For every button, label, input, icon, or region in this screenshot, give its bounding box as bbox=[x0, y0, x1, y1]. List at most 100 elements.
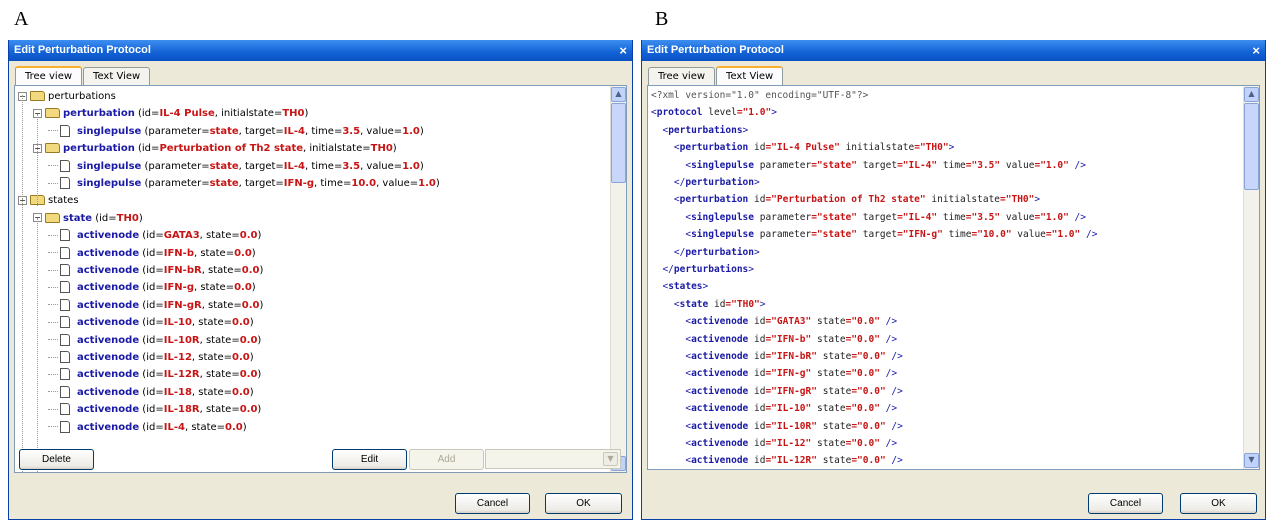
attr-name: id bbox=[146, 334, 156, 346]
close-icon[interactable]: × bbox=[1252, 40, 1260, 61]
tree-folder-node[interactable]: − perturbations bbox=[18, 88, 116, 105]
xml-tag-name: activenode bbox=[691, 438, 749, 449]
ok-button[interactable]: OK bbox=[1180, 493, 1257, 514]
xml-attr-value: 0.0 bbox=[862, 385, 880, 397]
xml-attr-value: 1.0 bbox=[1057, 229, 1075, 241]
xml-tag-close: /> bbox=[879, 368, 898, 380]
ok-button[interactable]: OK bbox=[545, 493, 622, 514]
edit-button[interactable]: Edit bbox=[332, 449, 407, 470]
xml-attr-value: state bbox=[822, 211, 852, 223]
tree-leaf-node[interactable]: activenode (id=IL-18, state=0.0) bbox=[48, 384, 254, 401]
attr-name: state bbox=[200, 247, 226, 259]
dialog-text-view: Edit Perturbation Protocol × Tree view T… bbox=[641, 40, 1266, 520]
vertical-scrollbar[interactable]: ▲ ▼ bbox=[610, 86, 626, 472]
attr-name: id bbox=[146, 230, 156, 242]
delete-button[interactable]: Delete bbox=[19, 449, 94, 470]
tree-leaf-node[interactable]: singlepulse (parameter=state, target=IL-… bbox=[48, 158, 424, 175]
xml-line: <singlepulse parameter="state" target="I… bbox=[685, 159, 1086, 171]
xml-tag-name: activenode bbox=[691, 455, 749, 467]
type-select[interactable]: ▼ bbox=[485, 449, 621, 469]
folder-icon bbox=[45, 212, 60, 223]
xml-attr-name: target bbox=[862, 229, 898, 241]
xml-attr-name: time bbox=[942, 211, 966, 223]
node-type: activenode bbox=[77, 230, 140, 242]
tab-tree-view[interactable]: Tree view bbox=[648, 67, 716, 85]
node-type: perturbation bbox=[63, 143, 135, 155]
tree-leaf-node[interactable]: activenode (id=IFN-bR, state=0.0) bbox=[48, 262, 263, 279]
tab-strip: Tree view Text View bbox=[15, 65, 151, 86]
xml-tag-name: state bbox=[679, 298, 709, 310]
document-icon bbox=[60, 420, 70, 433]
document-icon bbox=[60, 385, 70, 398]
tree-leaf-node[interactable]: activenode (id=IFN-gR, state=0.0) bbox=[48, 297, 263, 314]
title-bar: Edit Perturbation Protocol × bbox=[9, 40, 632, 61]
xml-line: <perturbations> bbox=[662, 124, 749, 136]
xml-tag-name: activenode bbox=[691, 316, 749, 328]
tree-leaf-node[interactable]: activenode (id=IL-10, state=0.0) bbox=[48, 314, 254, 331]
document-icon bbox=[60, 159, 70, 172]
attr-name: parameter bbox=[148, 125, 202, 137]
node-type: singlepulse bbox=[77, 178, 142, 189]
tree-leaf-node[interactable]: activenode (id=IL-12R, state=0.0) bbox=[48, 366, 261, 383]
scroll-thumb[interactable] bbox=[611, 103, 626, 183]
attr-name: id bbox=[146, 404, 156, 416]
attr-value: IL-4 bbox=[283, 125, 305, 137]
xml-tag-close: /> bbox=[1080, 229, 1098, 241]
xml-tag-close: /> bbox=[879, 333, 898, 345]
xml-attr-value: Perturbation of Th2 state bbox=[776, 194, 920, 206]
attr-value: 0.0 bbox=[234, 247, 252, 259]
tree-leaf-node[interactable]: activenode (id=IL-12, state=0.0) bbox=[48, 349, 254, 366]
xml-attr-value: 0.0 bbox=[862, 455, 880, 467]
tree-leaf-node[interactable]: activenode (id=IL-4, state=0.0) bbox=[48, 419, 247, 436]
attr-name: state bbox=[191, 421, 217, 433]
scroll-up-icon[interactable]: ▲ bbox=[1244, 87, 1259, 102]
tree-connector bbox=[48, 252, 58, 254]
attr-value: 1.0 bbox=[418, 178, 436, 189]
scroll-up-icon[interactable]: ▲ bbox=[611, 87, 626, 102]
cancel-button[interactable]: Cancel bbox=[455, 493, 530, 514]
xml-line: <activenode id="IFN-bR" state="0.0" /> bbox=[685, 351, 903, 362]
tree-folder-node[interactable]: − state (id=TH0) bbox=[33, 210, 143, 227]
cancel-button[interactable]: Cancel bbox=[1088, 493, 1163, 514]
xml-text-area[interactable]: ▲ ▼ <?xml version="1.0" encoding="UTF-8"… bbox=[647, 85, 1260, 470]
tree-leaf-node[interactable]: activenode (id=GATA3, state=0.0) bbox=[48, 227, 261, 244]
document-icon bbox=[60, 124, 70, 137]
tree-folder-node[interactable]: − perturbation (id=IL-4 Pulse, initialsta… bbox=[33, 105, 308, 122]
xml-line: <?xml version="1.0" encoding="UTF-8"?> bbox=[651, 87, 868, 104]
document-icon bbox=[60, 246, 70, 259]
close-icon[interactable]: × bbox=[619, 40, 627, 61]
vertical-scrollbar[interactable]: ▲ ▼ bbox=[1243, 86, 1259, 469]
tree-connector bbox=[48, 408, 58, 410]
tab-text-view[interactable]: Text View bbox=[716, 66, 784, 86]
tree-folder-node[interactable]: − states bbox=[18, 192, 79, 209]
attr-name: parameter bbox=[148, 160, 202, 172]
attr-name: state bbox=[206, 230, 232, 242]
attr-name: time bbox=[311, 125, 334, 137]
node-type: state bbox=[63, 212, 93, 224]
xml-attr-value: 0.0 bbox=[862, 351, 880, 362]
tree-leaf-node[interactable]: activenode (id=IL-10R, state=0.0) bbox=[48, 332, 261, 349]
tree-folder-node[interactable]: − perturbation (id=Perturbation of Th2 st… bbox=[33, 140, 397, 157]
xml-attr-value: 3.5 bbox=[977, 211, 995, 223]
xml-attr-value: 0.0 bbox=[857, 438, 875, 449]
tab-strip: Tree view Text View bbox=[648, 65, 784, 86]
xml-attr-value: state bbox=[822, 229, 852, 241]
tree-panel[interactable]: ▲ ▼ −perturbations−perturbation (id=IL-4… bbox=[14, 85, 627, 473]
xml-attr-name: id bbox=[754, 351, 766, 362]
attr-name: state bbox=[200, 282, 226, 294]
scroll-thumb[interactable] bbox=[1244, 103, 1259, 190]
tree-leaf-node[interactable]: singlepulse (parameter=state, target=IFN… bbox=[48, 175, 440, 192]
tree-leaf-node[interactable]: activenode (id=IFN-b, state=0.0) bbox=[48, 245, 256, 262]
chevron-down-icon[interactable]: ▼ bbox=[603, 452, 618, 466]
xml-attr-value: 0.0 bbox=[857, 333, 875, 345]
tab-text-view[interactable]: Text View bbox=[83, 67, 151, 85]
tree-leaf-node[interactable]: activenode (id=IFN-g, state=0.0) bbox=[48, 279, 256, 296]
tab-tree-view[interactable]: Tree view bbox=[15, 66, 83, 86]
scroll-down-icon[interactable]: ▼ bbox=[1244, 453, 1259, 468]
xml-attr-name: parameter bbox=[759, 229, 812, 241]
attr-value: 3.5 bbox=[342, 160, 361, 172]
xml-line: <activenode id="GATA3" state="0.0" /> bbox=[685, 316, 898, 328]
add-button[interactable]: Add bbox=[409, 449, 484, 470]
tree-leaf-node[interactable]: activenode (id=IL-18R, state=0.0) bbox=[48, 401, 261, 418]
tree-leaf-node[interactable]: singlepulse (parameter=state, target=IL-… bbox=[48, 123, 424, 140]
